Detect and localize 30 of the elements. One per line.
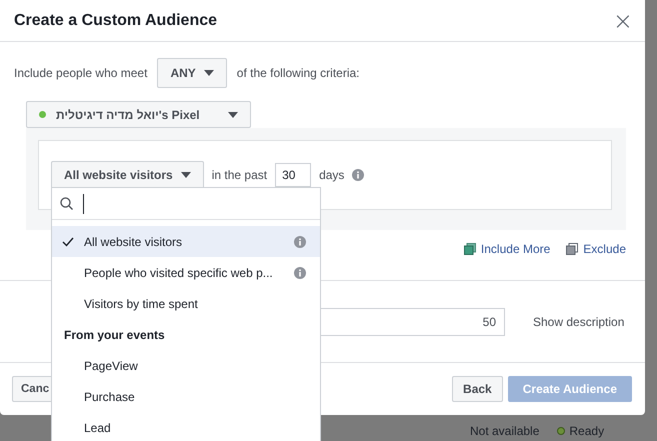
status-dot	[39, 111, 46, 118]
copy-icon	[464, 243, 476, 255]
in-the-past-label: in the past	[212, 168, 268, 182]
close-button[interactable]: ×	[612, 10, 633, 30]
days-label: days	[319, 168, 344, 182]
menu-section-header: From your events	[63, 328, 166, 342]
check-icon	[62, 236, 74, 246]
status-text: Not available	[470, 424, 540, 438]
info-icon	[294, 266, 306, 278]
criteria-label: Include people who meet	[14, 66, 148, 80]
status-text: Ready	[569, 424, 604, 438]
caret-icon	[180, 172, 191, 178]
status-dot-icon	[557, 427, 566, 435]
search-icon	[60, 197, 73, 210]
exclude-link[interactable]: Exclude	[566, 242, 626, 256]
include-more-link[interactable]: Include More	[464, 242, 550, 256]
dialog-title: Create a Custom Audience	[14, 12, 218, 30]
days-input[interactable]: 30	[275, 163, 312, 187]
event-dropdown[interactable]: All website visitors	[51, 161, 204, 189]
criteria-label: of the following criteria:	[236, 66, 360, 80]
menu-item[interactable]: All website visitors	[52, 226, 320, 257]
back-button[interactable]: Back	[452, 376, 503, 402]
match-dropdown[interactable]: ANY	[157, 58, 227, 88]
copy-icon	[566, 243, 578, 255]
info-icon	[352, 169, 364, 181]
info-icon	[294, 236, 306, 248]
caret-icon	[204, 70, 214, 76]
show-description-link[interactable]: Show description	[533, 314, 624, 328]
pixel-dropdown[interactable]: יואל מדיה דיגיטלית's Pixel	[26, 101, 251, 128]
caret-icon	[228, 112, 238, 118]
